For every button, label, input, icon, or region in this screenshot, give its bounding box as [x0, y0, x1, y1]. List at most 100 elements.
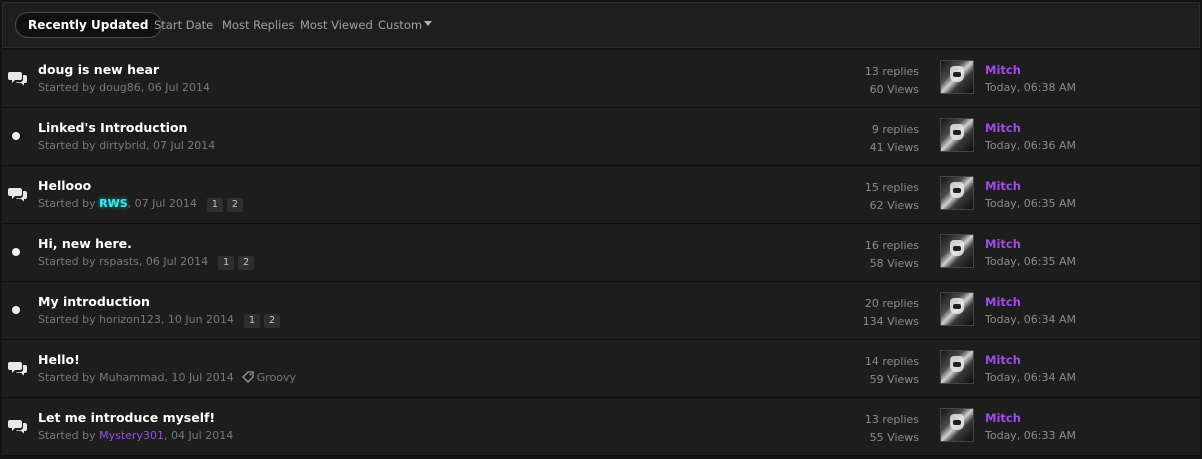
page-jump-link[interactable]: 2: [238, 256, 255, 270]
avatar[interactable]: [940, 408, 974, 442]
bullet-dot-icon: [12, 132, 20, 140]
replies-count: 20 replies: [864, 297, 919, 310]
filter-recently-updated[interactable]: Recently Updated: [15, 12, 162, 38]
bullet-dot-icon: [12, 248, 20, 256]
start-date: , 06 Jul 2014: [138, 255, 209, 268]
page-jump-link[interactable]: 1: [218, 256, 235, 270]
start-date: , 04 Jul 2014: [163, 429, 234, 442]
topic-title-link[interactable]: My introduction: [38, 294, 150, 309]
last-post-time[interactable]: Today, 06:35 AM: [985, 197, 1076, 210]
page-jump-link[interactable]: 2: [264, 314, 281, 328]
author-link[interactable]: horizon123: [99, 313, 161, 326]
topic-stats: 13 replies 55 Views: [865, 411, 919, 447]
last-poster-link[interactable]: Mitch: [985, 179, 1021, 193]
forum-topic-list: Recently Updated Start Date Most Replies…: [0, 0, 1202, 459]
last-post-time[interactable]: Today, 06:36 AM: [985, 139, 1076, 152]
author-link[interactable]: Mystery301: [99, 429, 164, 442]
topic-meta: Started by RWS, 07 Jul 2014 1 2: [38, 197, 243, 212]
replies-count: 16 replies: [864, 239, 919, 252]
avatar[interactable]: [940, 234, 974, 268]
author-link[interactable]: doug86: [99, 81, 141, 94]
last-poster-link[interactable]: Mitch: [985, 353, 1021, 367]
topic-meta: Started by Mystery301, 04 Jul 2014: [38, 429, 233, 442]
topic-meta: Started by dirtybrid, 07 Jul 2014: [38, 139, 215, 152]
replies-count: 15 replies: [864, 181, 919, 194]
topic-row[interactable]: My introduction Started by horizon123, 1…: [2, 282, 1200, 340]
replies-count: 9 replies: [871, 123, 919, 136]
views-count: 55 Views: [869, 431, 919, 444]
chat-bubbles-icon: [8, 418, 28, 434]
start-date: , 10 Jun 2014: [160, 313, 235, 326]
topic-meta: Started by rspasts, 06 Jul 2014 1 2: [38, 255, 255, 270]
last-poster-link[interactable]: Mitch: [985, 295, 1021, 309]
topic-row[interactable]: doug is new hear Started by doug86, 06 J…: [2, 50, 1200, 108]
avatar[interactable]: [940, 60, 974, 94]
topic-title-link[interactable]: Hellooo: [38, 178, 91, 193]
replies-count: 14 replies: [864, 355, 919, 368]
started-by-label: Started by: [38, 139, 100, 152]
avatar[interactable]: [940, 350, 974, 384]
last-poster-link[interactable]: Mitch: [985, 121, 1021, 135]
chat-bubbles-icon: [8, 186, 28, 202]
topic-title-link[interactable]: Hello!: [38, 352, 80, 367]
last-post-time[interactable]: Today, 06:38 AM: [985, 81, 1076, 94]
started-by-label: Started by: [38, 81, 100, 94]
page-jump-link[interactable]: 2: [226, 198, 243, 212]
filter-most-replies[interactable]: Most Replies: [222, 18, 294, 32]
views-count: 62 Views: [869, 199, 919, 212]
topic-row[interactable]: Hi, new here. Started by rspasts, 06 Jul…: [2, 224, 1200, 282]
author-link[interactable]: rspasts: [99, 255, 139, 268]
views-count: 59 Views: [869, 373, 919, 386]
topic-title-link[interactable]: Linked's Introduction: [38, 120, 187, 135]
last-post-time[interactable]: Today, 06:35 AM: [985, 255, 1076, 268]
sort-filter-bar: Recently Updated Start Date Most Replies…: [2, 2, 1200, 48]
chat-bubbles-icon: [8, 70, 28, 86]
started-by-label: Started by: [38, 197, 100, 210]
author-link[interactable]: dirtybrid: [99, 139, 146, 152]
tag-icon: [241, 371, 254, 386]
started-by-label: Started by: [38, 313, 100, 326]
topic-title-link[interactable]: doug is new hear: [38, 62, 159, 77]
last-post-time[interactable]: Today, 06:33 AM: [985, 429, 1076, 442]
views-count: 60 Views: [869, 83, 919, 96]
topic-rows: doug is new hear Started by doug86, 06 J…: [2, 50, 1200, 456]
chevron-down-icon[interactable]: [424, 21, 432, 26]
last-post-time[interactable]: Today, 06:34 AM: [985, 313, 1076, 326]
topic-title-link[interactable]: Hi, new here.: [38, 236, 132, 251]
chat-bubbles-icon: [8, 360, 28, 376]
start-date: , 10 Jul 2014: [164, 371, 234, 384]
topic-tag[interactable]: Groovy: [257, 371, 296, 384]
started-by-label: Started by: [38, 255, 100, 268]
topic-row[interactable]: Let me introduce myself! Started by Myst…: [2, 398, 1200, 456]
avatar[interactable]: [940, 118, 974, 152]
topic-meta: Started by horizon123, 10 Jun 2014 1 2: [38, 313, 281, 328]
avatar[interactable]: [940, 292, 974, 326]
started-by-label: Started by: [38, 371, 100, 384]
topic-stats: 15 replies 62 Views: [865, 179, 919, 215]
last-poster-link[interactable]: Mitch: [985, 63, 1021, 77]
topic-stats: 20 replies 134 Views: [863, 295, 919, 331]
topic-stats: 13 replies 60 Views: [865, 63, 919, 99]
author-link[interactable]: Muhammad: [99, 371, 164, 384]
start-date: , 06 Jul 2014: [140, 81, 211, 94]
start-date: , 07 Jul 2014: [127, 197, 197, 210]
views-count: 41 Views: [869, 141, 919, 154]
topic-row[interactable]: Hello! Started by Muhammad, 10 Jul 2014 G…: [2, 340, 1200, 398]
avatar[interactable]: [940, 176, 974, 210]
topic-row[interactable]: Linked's Introduction Started by dirtybr…: [2, 108, 1200, 166]
views-count: 134 Views: [862, 315, 919, 328]
last-poster-link[interactable]: Mitch: [985, 237, 1021, 251]
topic-stats: 14 replies 59 Views: [865, 353, 919, 389]
start-date: , 07 Jul 2014: [146, 139, 216, 152]
last-poster-link[interactable]: Mitch: [985, 411, 1021, 425]
started-by-label: Started by: [38, 429, 100, 442]
topic-row[interactable]: Hellooo Started by RWS, 07 Jul 2014 1 2 15…: [2, 166, 1200, 224]
author-link[interactable]: RWS: [99, 197, 128, 210]
filter-start-date[interactable]: Start Date: [154, 18, 213, 32]
topic-title-link[interactable]: Let me introduce myself!: [38, 410, 215, 425]
filter-custom[interactable]: Custom: [378, 18, 422, 32]
filter-most-viewed[interactable]: Most Viewed: [300, 18, 373, 32]
page-jump-link[interactable]: 1: [206, 198, 223, 212]
page-jump-link[interactable]: 1: [244, 314, 261, 328]
last-post-time[interactable]: Today, 06:34 AM: [985, 371, 1076, 384]
